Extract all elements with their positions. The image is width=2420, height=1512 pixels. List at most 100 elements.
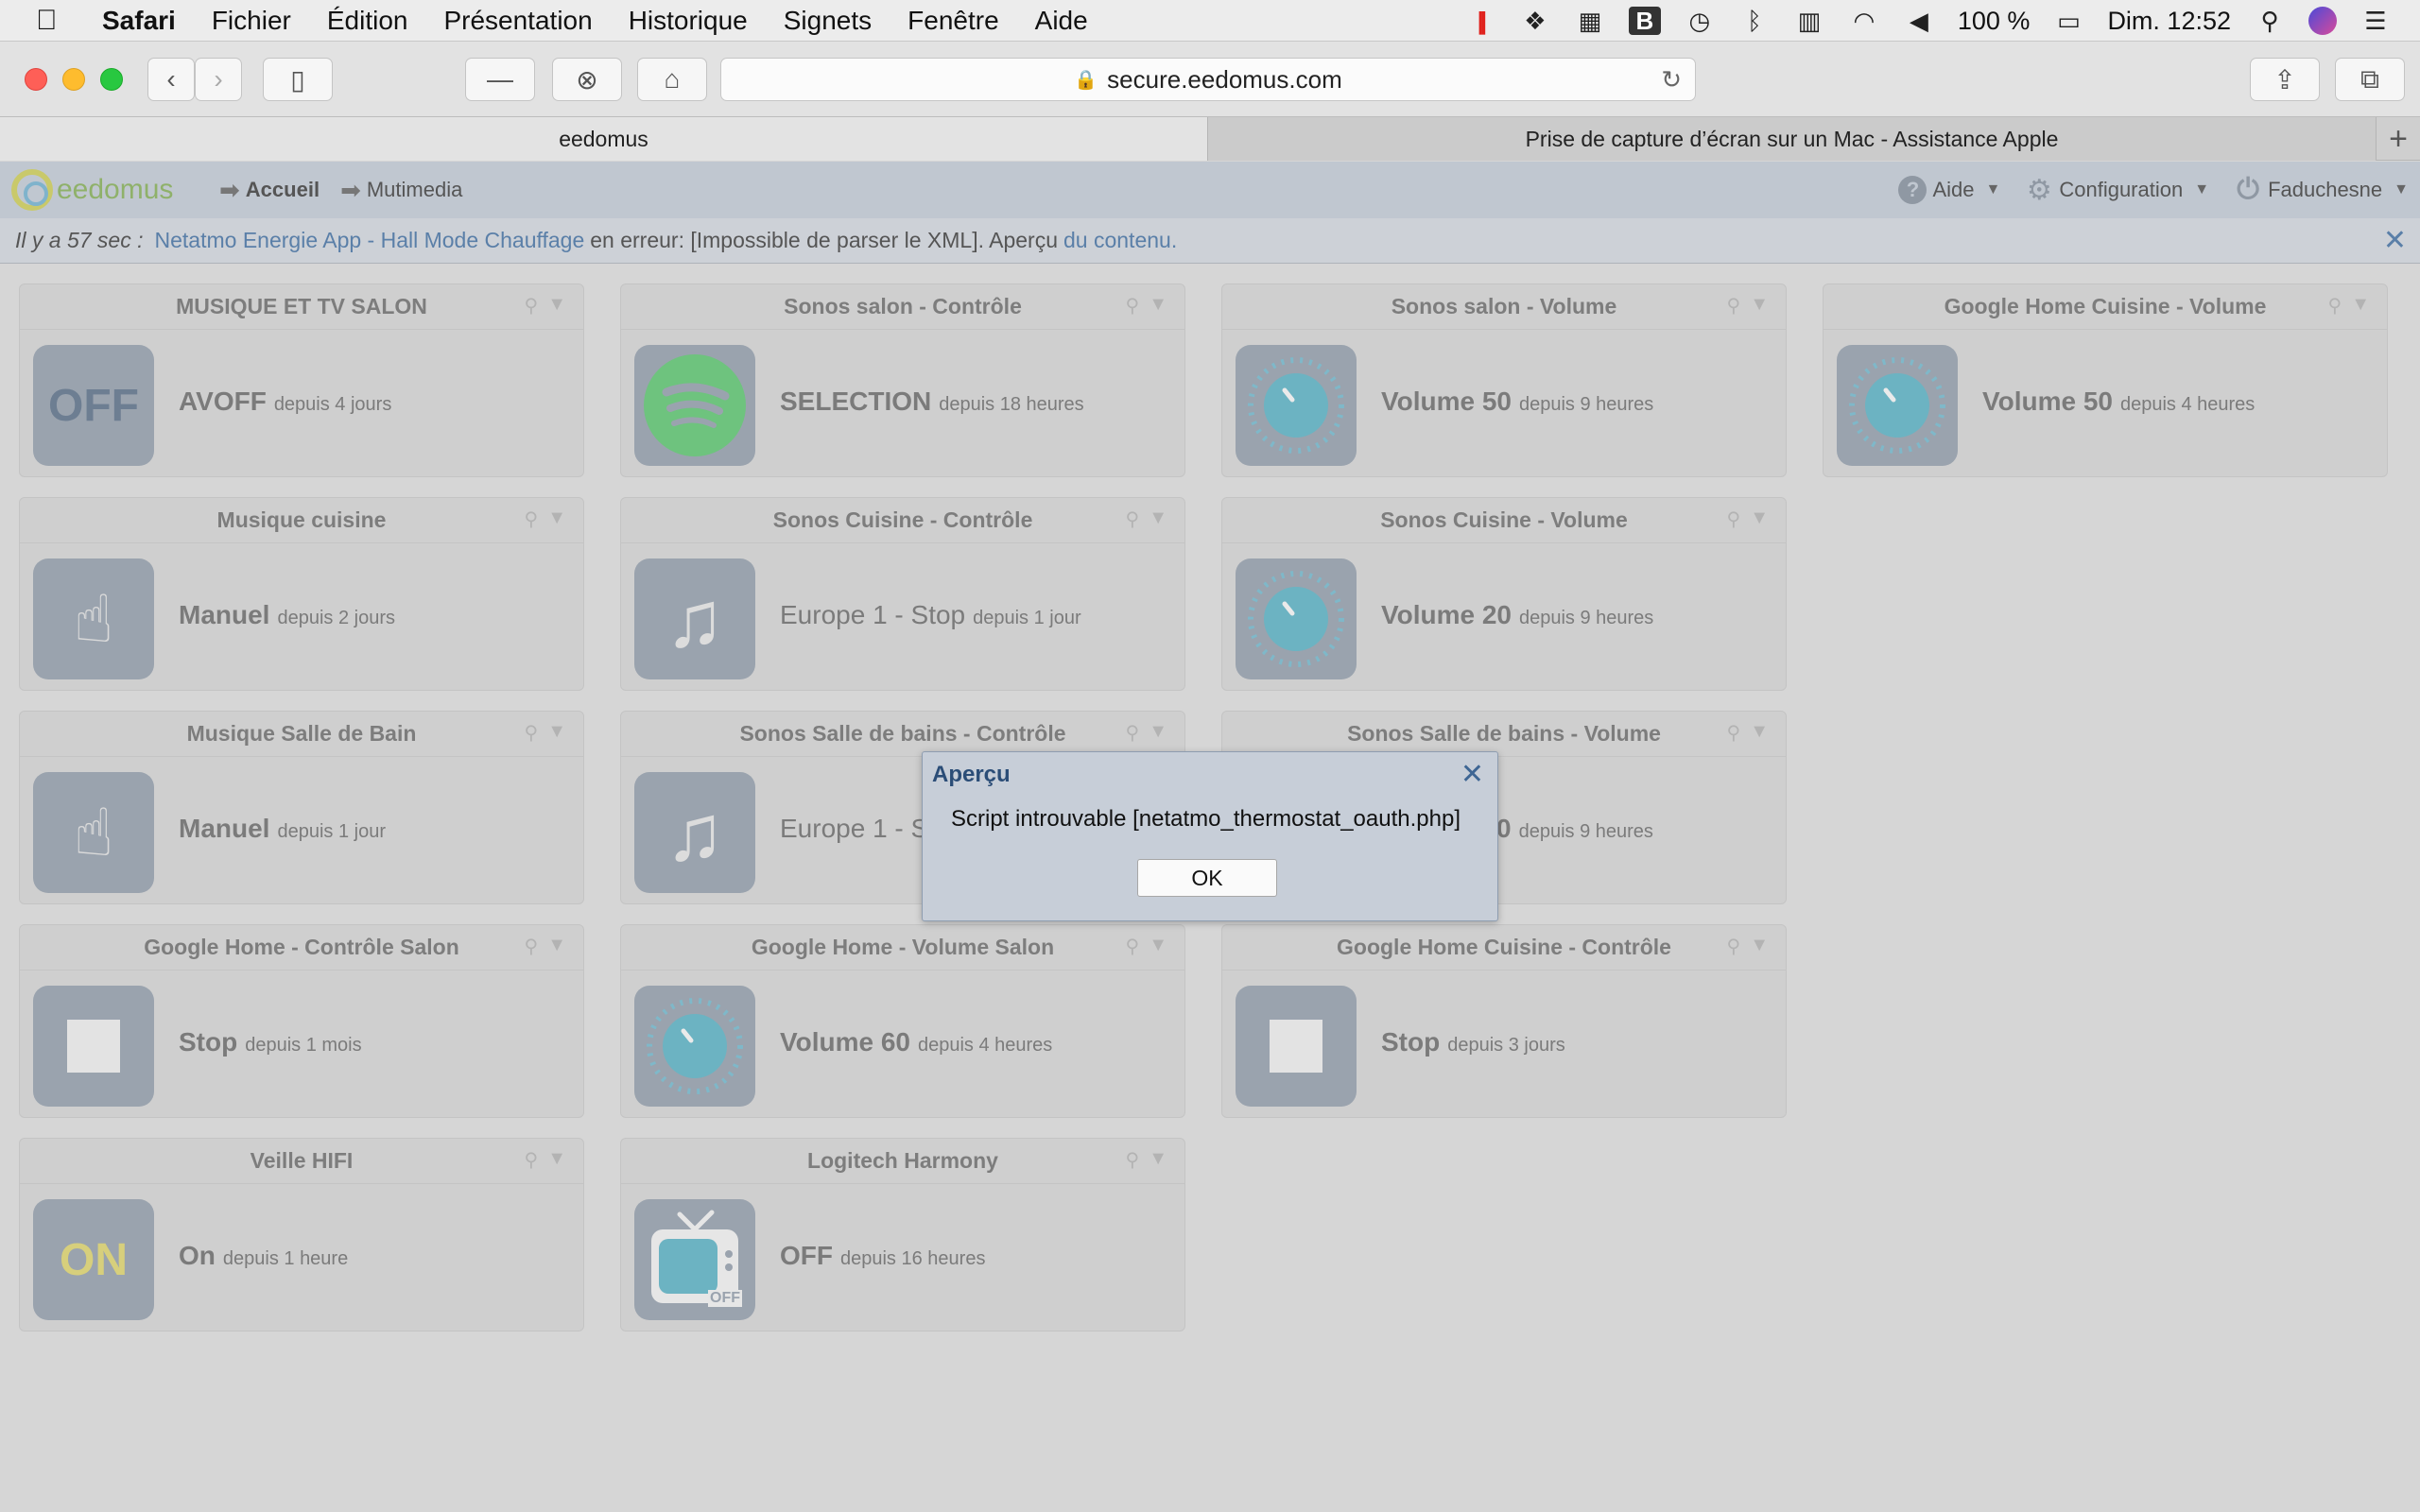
magnifier-icon[interactable]: ⚲ [525,935,539,958]
dropdown-icon[interactable]: ▼ [1149,1148,1167,1172]
magnifier-icon[interactable]: ⚲ [525,507,539,531]
dropdown-icon[interactable]: ▼ [1750,294,1769,318]
parallels-icon[interactable]: || [1464,7,1496,35]
tile-icon[interactable]: ☝ [33,558,154,679]
magnifier-icon[interactable]: ⚲ [1126,721,1140,745]
extension-button[interactable]: ⊗ [552,58,622,101]
tile-icon[interactable]: ON [33,1199,154,1320]
tile-icon[interactable]: ♫ [634,558,755,679]
tile-musique-cuisine[interactable]: Musique cuisine ⚲ ▼ ☝ Manuel depuis 2 jour… [19,497,584,691]
dropdown-icon[interactable]: ▼ [1750,507,1769,531]
menu-aide[interactable]: Aide [1035,6,1088,36]
dialog-close-icon[interactable]: ✕ [1461,758,1484,791]
tile-icon[interactable]: ♫ [634,772,755,893]
dropdown-icon[interactable]: ▼ [547,935,566,958]
menu-historique[interactable]: Historique [629,6,748,36]
menu-fenetre[interactable]: Fenêtre [908,6,999,36]
alert-device-link[interactable]: Netatmo Energie App - Hall Mode Chauffag… [155,228,585,253]
dropdown-icon[interactable]: ▼ [1750,721,1769,745]
dropdown-icon[interactable]: ▼ [1149,935,1167,958]
magnifier-icon[interactable]: ⚲ [1727,721,1741,745]
menu-signets[interactable]: Signets [784,6,872,36]
menubar-clock[interactable]: Dim. 12:52 [2107,7,2231,36]
user-menu[interactable]: ⏻ Faduchesne ▼ [2234,174,2409,205]
tab-overview-button[interactable]: ⧉ [2335,58,2405,101]
tile-icon[interactable] [1236,345,1357,466]
dropdown-icon[interactable]: ▼ [547,507,566,531]
siri-icon[interactable] [2308,7,2337,35]
tile-google-home-cuisine-volume[interactable]: Google Home Cuisine - Volume ⚲ ▼ Volume 5… [1823,284,2388,477]
spotlight-search-icon[interactable]: ⚲ [2254,7,2286,35]
dropdown-icon[interactable]: ▼ [1750,935,1769,958]
magnifier-icon[interactable]: ⚲ [525,1148,539,1172]
reload-icon[interactable]: ↻ [1661,65,1682,94]
nav-accueil[interactable]: ➡ Accueil [219,176,320,205]
dropdown-icon[interactable]: ▼ [2351,294,2370,318]
magnifier-icon[interactable]: ⚲ [1727,294,1741,318]
forward-button[interactable]: › [195,58,242,101]
new-tab-icon[interactable]: + [2377,117,2420,161]
magnifier-icon[interactable]: ⚲ [525,721,539,745]
eedomus-logo[interactable]: eedomus [11,169,219,211]
dropdown-icon[interactable]: ▼ [1149,294,1167,318]
tile-icon[interactable]: ☝ [33,772,154,893]
sidebar-button[interactable]: ▯ [263,58,333,101]
notification-center-icon[interactable]: ☰ [2360,7,2392,35]
tile-sonos-salon-controle[interactable]: Sonos salon - Contrôle ⚲ ▼ SELECTION depui… [620,284,1185,477]
tab-apple-support[interactable]: Prise de capture d’écran sur un Mac - As… [1208,117,2377,161]
menu-fichier[interactable]: Fichier [212,6,291,36]
magnifier-icon[interactable]: ⚲ [525,294,539,318]
battery-icon[interactable]: ▭ [2052,7,2084,35]
magnifier-icon[interactable]: ⚲ [2328,294,2342,318]
tile-google-home-controle-salon[interactable]: Google Home - Contrôle Salon ⚲ ▼ Stop depu… [19,924,584,1118]
dropbox-icon[interactable]: ❖ [1519,7,1551,35]
memory-icon[interactable]: ▥ [1793,7,1825,35]
window-zoom-button[interactable] [100,68,123,91]
tile-google-home-volume-salon[interactable]: Google Home - Volume Salon ⚲ ▼ Volume 60 d… [620,924,1185,1118]
tab-eedomus[interactable]: eedomus [0,117,1208,161]
tile-google-home-cuisine-controle[interactable]: Google Home Cuisine - Contrôle ⚲ ▼ Stop de… [1221,924,1787,1118]
minus-extension-button[interactable]: — [465,58,535,101]
tile-icon[interactable] [1837,345,1958,466]
tile-musique-salle-de-bain[interactable]: Musique Salle de Bain ⚲ ▼ ☝ Manuel depuis … [19,711,584,904]
grid-app-icon[interactable]: ▦ [1574,7,1606,35]
tile-icon[interactable] [1236,986,1357,1107]
dropdown-icon[interactable]: ▼ [547,294,566,318]
tile-icon[interactable]: OFF [33,345,154,466]
wifi-icon[interactable]: ◠ [1848,7,1880,35]
dialog-ok-button[interactable]: OK [1137,859,1277,897]
tile-icon[interactable] [33,986,154,1107]
magnifier-icon[interactable]: ⚲ [1126,935,1140,958]
tile-musique-tv-salon[interactable]: MUSIQUE ET TV SALON ⚲ ▼ OFF AVOFF depuis 4… [19,284,584,477]
alert-content-link[interactable]: du contenu. [1063,228,1177,253]
tile-sonos-cuisine-volume[interactable]: Sonos Cuisine - Volume ⚲ ▼ Volume 20 depui… [1221,497,1787,691]
dropdown-icon[interactable]: ▼ [547,721,566,745]
home-button[interactable]: ⌂ [637,58,707,101]
alert-close-icon[interactable]: ✕ [2383,224,2407,257]
help-menu[interactable]: ? Aide ▼ [1898,176,2000,204]
back-button[interactable]: ‹ [147,58,195,101]
magnifier-icon[interactable]: ⚲ [1727,935,1741,958]
tile-icon[interactable]: OFF [634,1199,755,1320]
dropdown-icon[interactable]: ▼ [1149,507,1167,531]
apple-menu-icon[interactable]:  [36,5,74,37]
tile-icon[interactable] [1236,558,1357,679]
menu-edition[interactable]: Édition [327,6,408,36]
time-machine-icon[interactable]: ◷ [1684,7,1716,35]
b-app-icon[interactable]: B [1628,7,1661,35]
nav-multimedia[interactable]: ➡ Mutimedia [340,176,462,205]
share-button[interactable]: ⇪ [2250,58,2320,101]
magnifier-icon[interactable]: ⚲ [1126,1148,1140,1172]
window-minimize-button[interactable] [62,68,85,91]
tile-icon[interactable] [634,986,755,1107]
config-menu[interactable]: ⚙ Configuration ▼ [2025,175,2209,206]
magnifier-icon[interactable]: ⚲ [1126,507,1140,531]
volume-icon[interactable]: ◀ [1903,7,1935,35]
magnifier-icon[interactable]: ⚲ [1727,507,1741,531]
dropdown-icon[interactable]: ▼ [547,1148,566,1172]
battery-percent[interactable]: 100 % [1958,7,2031,36]
tile-logitech-harmony[interactable]: Logitech Harmony ⚲ ▼ OFF OFF depuis 16 heu… [620,1138,1185,1332]
tile-sonos-cuisine-controle[interactable]: Sonos Cuisine - Contrôle ⚲ ▼ ♫ Europe 1 -… [620,497,1185,691]
tile-veille-hifi[interactable]: Veille HIFI ⚲ ▼ ON On depuis 1 heure [19,1138,584,1332]
tile-sonos-salon-volume[interactable]: Sonos salon - Volume ⚲ ▼ Volume 50 depuis … [1221,284,1787,477]
